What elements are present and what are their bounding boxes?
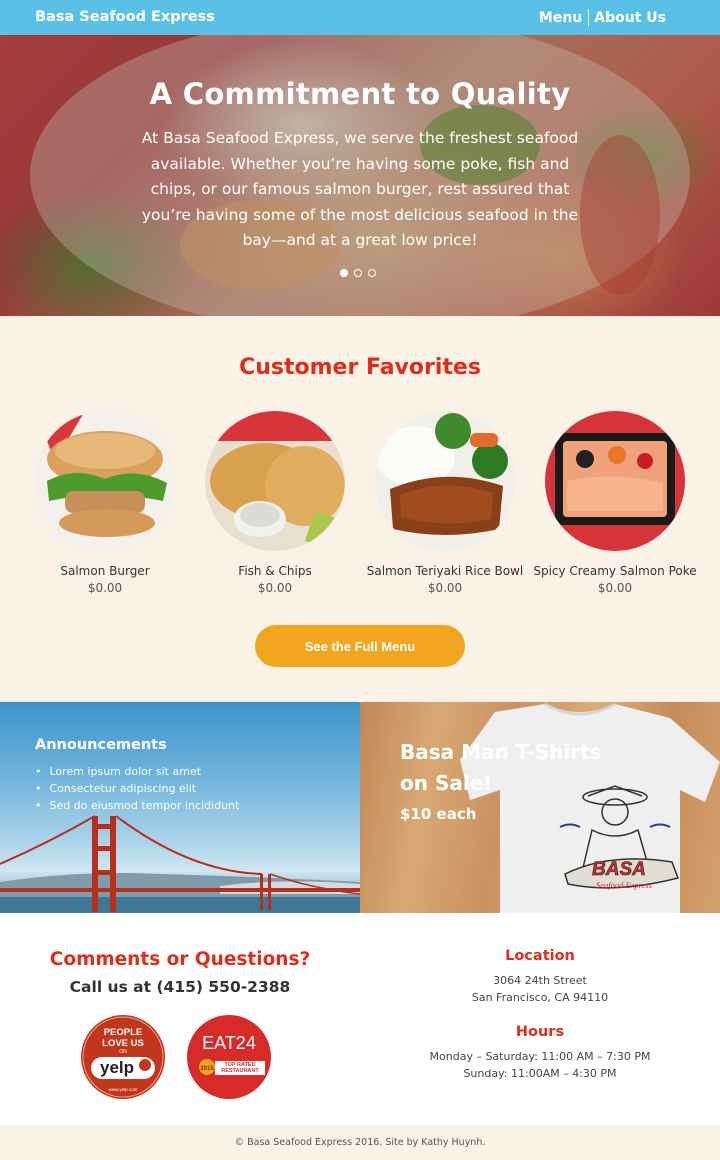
- phone-number[interactable]: Call us at (415) 550-2388: [0, 978, 360, 996]
- favorite-price: $0.00: [87, 581, 123, 595]
- yelp-logo: yelp: [100, 1058, 134, 1077]
- favorite-price: $0.00: [597, 581, 633, 595]
- favorite-name: Salmon Teriyaki Rice Bowl: [366, 564, 524, 578]
- spicy-poke-image: [545, 411, 685, 551]
- announcements-title: Announcements: [35, 737, 167, 753]
- yelp-burst-icon: [139, 1059, 151, 1071]
- location-title: Location: [505, 948, 575, 964]
- favorite-item-spicy-poke[interactable]: Spicy Creamy Salmon Poke $0.00: [530, 411, 700, 597]
- fish-and-chips-image: [205, 411, 345, 551]
- nav-about-link[interactable]: About Us: [594, 10, 666, 26]
- hero-title: A Commitment to Quality: [149, 77, 571, 111]
- hero-text: At Basa Seafood Express, we serve the fr…: [141, 129, 579, 249]
- yelp-badge[interactable]: PEOPLE LOVE US ON yelp www.yelp.com: [81, 1015, 165, 1099]
- tshirt-promo-title: Basa Man T-Shirts on Sale!: [400, 740, 602, 795]
- tshirt-promo-panel[interactable]: BASA Seafood Express Basa Man T-Shirts o…: [360, 702, 720, 913]
- customer-favorites-section: Customer Favorites Salmon Burger $0.00 F…: [0, 316, 720, 702]
- hours-title: Hours: [515, 1024, 565, 1040]
- eat24-logo: EAT24: [202, 1033, 256, 1053]
- yelp-badge-line3: ON: [119, 1049, 127, 1055]
- announcements-list: Lorem ipsum dolor sit amet Consectetur a…: [35, 763, 240, 814]
- address-line-1: 3064 24th Street: [493, 974, 587, 987]
- carousel-dot-3[interactable]: [368, 269, 376, 277]
- nav-links: Menu About Us: [539, 9, 666, 26]
- brand-link[interactable]: Basa Seafood Express: [35, 9, 215, 25]
- yelp-badge-line1: PEOPLE: [104, 1027, 143, 1038]
- favorite-name: Fish & Chips: [238, 564, 312, 578]
- carousel-dots: [340, 269, 376, 277]
- eat24-label: TOP RATED RESTAURANT: [221, 1062, 259, 1074]
- salmon-burger-image: [35, 411, 175, 551]
- shirt-logo-subtitle: Seafood Express: [596, 880, 653, 890]
- shirt-logo-text: BASA: [592, 859, 646, 880]
- announcement-item: Sed do eiusmod tempor incididunt: [35, 797, 240, 814]
- favorite-item-teriyaki-bowl[interactable]: Salmon Teriyaki Rice Bowl $0.00: [360, 411, 530, 597]
- carousel-dot-2[interactable]: [354, 269, 362, 277]
- golden-gate-bridge-image: [0, 815, 360, 913]
- hours-line-2: Sunday: 11:00AM – 4:30 PM: [463, 1067, 617, 1080]
- favorite-name: Spicy Creamy Salmon Poke: [533, 564, 697, 578]
- hours-line-1: Monday – Saturday: 11:00 AM – 7:30 PM: [429, 1050, 651, 1063]
- see-full-menu-button[interactable]: See the Full Menu: [255, 625, 465, 667]
- announcement-item: Lorem ipsum dolor sit amet: [35, 763, 239, 780]
- favorite-price: $0.00: [427, 581, 463, 595]
- favorite-item-salmon-burger[interactable]: Salmon Burger $0.00: [20, 411, 190, 597]
- favorite-name: Salmon Burger: [60, 564, 150, 578]
- tshirt-promo-price: $10 each: [400, 805, 477, 823]
- yelp-badge-line2: LOVE US: [102, 1038, 144, 1049]
- eat24-year: 2015: [200, 1066, 214, 1072]
- yelp-url: www.yelp.com: [109, 1087, 138, 1092]
- carousel-dot-1[interactable]: [340, 269, 348, 277]
- favorites-title: Customer Favorites: [239, 355, 481, 380]
- announcements-panel: Announcements Lorem ipsum dolor sit amet…: [0, 702, 360, 913]
- eat24-badge[interactable]: EAT24 2015 TOP RATED RESTAURANT: [187, 1015, 271, 1099]
- hero-carousel: A Commitment to Quality At Basa Seafood …: [0, 35, 720, 316]
- contact-section: Comments or Questions? Call us at (415) …: [0, 913, 720, 1125]
- favorite-price: $0.00: [257, 581, 293, 595]
- comments-title: Comments or Questions?: [49, 949, 311, 970]
- nav-divider: [588, 9, 590, 26]
- teriyaki-bowl-image: [375, 411, 515, 551]
- footer: © Basa Seafood Express 2016. Site by Kat…: [0, 1125, 720, 1160]
- address-line-2: San Francisco, CA 94110: [471, 991, 609, 1004]
- announcement-item: Consectetur adipiscing elit: [35, 780, 239, 797]
- nav-menu-link[interactable]: Menu: [539, 10, 582, 26]
- top-nav: Basa Seafood Express Menu About Us: [0, 0, 720, 35]
- favorite-item-fish-chips[interactable]: Fish & Chips $0.00: [190, 411, 360, 597]
